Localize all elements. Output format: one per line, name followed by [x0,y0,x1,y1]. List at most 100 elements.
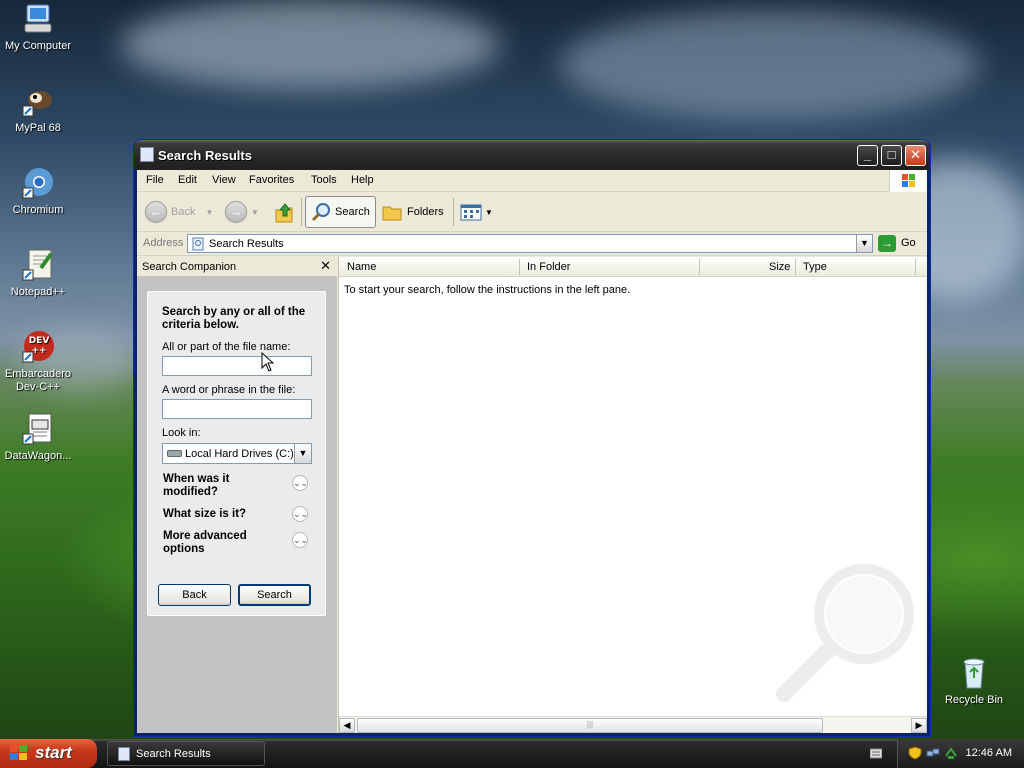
results-column-headers: Name In Folder Size Type [339,257,927,277]
desktop-icon-chromium[interactable]: Chromium [0,166,78,217]
forward-dropdown-icon[interactable]: ▼ [251,208,259,217]
start-label: start [35,743,72,762]
window-document-icon [140,147,154,162]
devcpp-icon: DEV ++ [21,330,55,364]
go-button[interactable]: Go [901,237,916,249]
empty-results-message: To start your search, follow the instruc… [344,284,631,296]
folders-button[interactable]: Folders [381,196,444,228]
folders-label: Folders [407,206,444,218]
address-input[interactable]: Search Results ▼ [187,234,873,253]
desktop-icon-label: Recycle Bin [944,694,1004,706]
expand-chevron-icon[interactable]: ⌄⌄ [292,475,308,491]
search-companion-header: Search Companion ✕ [137,257,337,277]
taskbar: start Search Results 12:46 AM [0,739,1024,768]
column-type[interactable]: Type [803,261,827,273]
close-button[interactable]: ✕ [905,145,926,166]
desktop-icon-recycle-bin[interactable]: Recycle Bin [934,656,1014,707]
column-in-folder[interactable]: In Folder [527,261,570,273]
filename-input[interactable] [162,356,312,376]
search-results-page-icon [192,237,204,251]
windows-flag-icon [889,170,927,192]
search-companion-title: Search Companion [142,261,237,273]
desktop-icon-datawagon[interactable]: DataWagon... [0,412,78,463]
magnifier-icon [311,203,330,222]
hard-drive-icon [167,450,182,457]
scroll-right-icon[interactable]: ▶ [911,718,927,733]
desktop-icon-label: MyPal 68 [15,122,61,134]
taskbar-item-search-results[interactable]: Search Results [107,741,265,766]
menu-tools[interactable]: Tools [311,174,337,186]
back-panel-button[interactable]: Back [158,584,231,606]
scrollbar-thumb[interactable]: ||| [357,718,823,733]
views-dropdown-icon: ▼ [485,207,493,217]
menu-edit[interactable]: Edit [178,174,197,186]
what-size-option[interactable]: What size is it? [163,508,246,520]
folders-icon [382,206,402,221]
up-folder-button[interactable] [273,196,297,228]
network-icon[interactable] [926,746,940,760]
column-divider[interactable] [915,259,916,275]
column-divider[interactable] [795,259,796,275]
address-label: Address [143,237,184,249]
svg-text:DEV: DEV [29,336,50,346]
close-pane-icon[interactable]: ✕ [320,258,331,274]
forward-button[interactable]: → ▼ [225,196,259,228]
minimize-button[interactable]: _ [857,145,878,166]
search-label: Search [335,206,370,218]
back-dropdown-icon[interactable]: ▼ [205,208,213,217]
lookin-value: Local Hard Drives (C:) [185,448,294,460]
keyboard-icon[interactable] [870,748,882,759]
menu-favorites[interactable]: Favorites [249,174,294,186]
minimize-icon: _ [863,147,872,162]
safely-remove-icon[interactable] [944,746,958,760]
column-divider[interactable] [519,259,520,275]
expand-chevron-icon[interactable]: ⌄⌄ [292,506,308,522]
lookin-select[interactable]: Local Hard Drives (C:) ▼ [162,443,312,464]
desktop-icon-label: Notepad++ [10,286,66,298]
menu-file[interactable]: File [146,174,164,186]
svg-text:++: ++ [31,346,46,356]
wallpaper-cloud [560,10,980,120]
maximize-button[interactable]: □ [881,145,902,166]
desktop-icon-mypal[interactable]: MyPal 68 [0,84,78,135]
wallpaper-cloud [120,0,500,90]
search-panel-button[interactable]: Search [238,584,311,606]
phrase-input[interactable] [162,399,312,419]
computer-icon [21,2,55,36]
desktop-icon-label: DataWagon... [4,450,72,462]
desktop-icon-devcpp[interactable]: DEV ++ Embarcadero Dev-C++ [0,330,78,394]
back-button[interactable]: ← Back ▼ [145,196,213,228]
chevron-down-icon: ▼ [298,448,308,458]
menu-help[interactable]: Help [351,174,374,186]
search-toolbar-button[interactable]: Search [305,196,376,228]
go-arrow-icon[interactable]: → [878,235,896,252]
back-label: Back [171,206,196,218]
security-shield-icon[interactable] [908,746,922,760]
desktop-icon-notepadpp[interactable]: Notepad++ [0,248,78,299]
window-client: File Edit View Favorites Tools Help ← Ba… [137,170,927,733]
search-results-taskbar-icon [118,747,130,761]
horizontal-scrollbar[interactable]: ◀ ||| ▶ [339,716,927,733]
expand-chevron-icon[interactable]: ⌄⌄ [292,532,308,548]
column-divider[interactable] [699,259,700,275]
chevron-down-icon: ▼ [860,238,869,248]
address-dropdown-button[interactable]: ▼ [856,235,872,252]
toolbar-separator [453,198,454,226]
recycle-bin-icon [957,656,991,690]
title-bar[interactable]: Search Results _ □ ✕ [134,140,930,170]
column-name[interactable]: Name [347,261,376,273]
lookin-dropdown-button[interactable]: ▼ [294,444,311,463]
menu-view[interactable]: View [212,174,236,186]
start-button[interactable]: start [0,739,97,768]
desktop-icon-my-computer[interactable]: My Computer [0,2,78,53]
scroll-left-icon[interactable]: ◀ [339,718,355,733]
advanced-options[interactable]: More advanced options [163,530,283,556]
views-button[interactable]: ▼ [459,196,493,228]
close-icon: ✕ [910,147,921,162]
column-size[interactable]: Size [769,261,790,273]
forward-arrow-icon: → [225,201,247,223]
search-companion-body: Search by any or all of the criteria bel… [137,277,337,733]
window-title: Search Results [158,148,252,163]
when-modified-option[interactable]: When was it modified? [163,473,283,499]
phrase-label: A word or phrase in the file: [162,384,296,396]
